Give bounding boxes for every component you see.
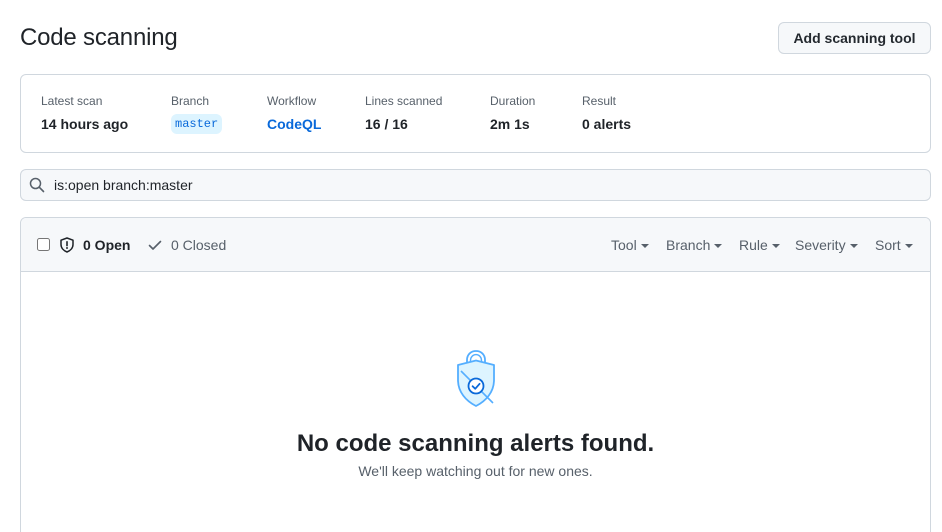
- search-icon: [29, 177, 45, 193]
- latest-scan-value: 14 hours ago: [41, 116, 129, 132]
- sort-label: Sort: [875, 237, 901, 253]
- closed-alerts-tab[interactable]: 0 Closed: [147, 236, 226, 254]
- latest-scan-label: Latest scan: [41, 94, 103, 108]
- rule-filter-label: Rule: [739, 237, 768, 253]
- branch-value[interactable]: master: [171, 114, 223, 134]
- result-value: 0 alerts: [582, 116, 632, 132]
- duration-label: Duration: [490, 94, 536, 108]
- select-all-checkbox[interactable]: [37, 238, 50, 251]
- severity-filter-dropdown[interactable]: Severity: [795, 236, 858, 254]
- lines-scanned-value: 16 / 16: [365, 116, 408, 132]
- closed-alerts-label: 0 Closed: [171, 237, 227, 253]
- result-label: Result: [582, 94, 617, 108]
- shield-icon: [59, 237, 75, 253]
- duration-value: 2m 1s: [490, 116, 530, 132]
- rule-filter-dropdown[interactable]: Rule: [739, 236, 780, 254]
- sort-dropdown[interactable]: Sort: [875, 236, 913, 254]
- open-alerts-tab[interactable]: 0 Open: [59, 236, 130, 254]
- page-title: Code scanning: [20, 24, 178, 51]
- open-alerts-label: 0 Open: [83, 237, 131, 253]
- chevron-down-icon: [904, 243, 913, 248]
- empty-state-title: No code scanning alerts found.: [296, 430, 655, 457]
- branch-group: Branch master: [171, 93, 223, 134]
- branch-filter-dropdown[interactable]: Branch: [666, 236, 723, 254]
- search-input[interactable]: [54, 177, 914, 193]
- result-group: Result 0 alerts: [582, 93, 631, 134]
- workflow-group: Workflow CodeQL: [267, 93, 321, 134]
- workflow-link[interactable]: CodeQL: [267, 114, 321, 134]
- workflow-label: Workflow: [267, 94, 317, 108]
- lines-scanned-label: Lines scanned: [365, 94, 443, 108]
- tool-filter-dropdown[interactable]: Tool: [611, 236, 649, 254]
- scan-summary-panel: Latest scan 14 hours ago Branch master W…: [20, 74, 931, 153]
- empty-state-subtitle: We'll keep watching out for new ones.: [358, 463, 593, 479]
- shield-check-icon: [453, 349, 499, 414]
- chevron-down-icon: [714, 243, 723, 248]
- alert-search-box[interactable]: [20, 169, 931, 201]
- check-icon: [147, 237, 163, 253]
- chevron-down-icon: [849, 243, 858, 248]
- alerts-list-header: 0 Open 0 Closed Tool Branch Rule Severit…: [21, 218, 930, 272]
- severity-filter-label: Severity: [795, 237, 846, 253]
- lines-scanned-group: Lines scanned 16 / 16: [365, 93, 442, 134]
- tool-filter-label: Tool: [611, 237, 637, 253]
- add-scanning-tool-button[interactable]: Add scanning tool: [778, 22, 931, 54]
- branch-filter-label: Branch: [666, 237, 711, 253]
- chevron-down-icon: [640, 243, 649, 248]
- duration-group: Duration 2m 1s: [490, 93, 535, 134]
- branch-label: Branch: [171, 94, 210, 108]
- latest-scan-group: Latest scan 14 hours ago: [41, 93, 128, 134]
- alerts-list-panel: 0 Open 0 Closed Tool Branch Rule Severit…: [20, 217, 931, 532]
- chevron-down-icon: [771, 243, 780, 248]
